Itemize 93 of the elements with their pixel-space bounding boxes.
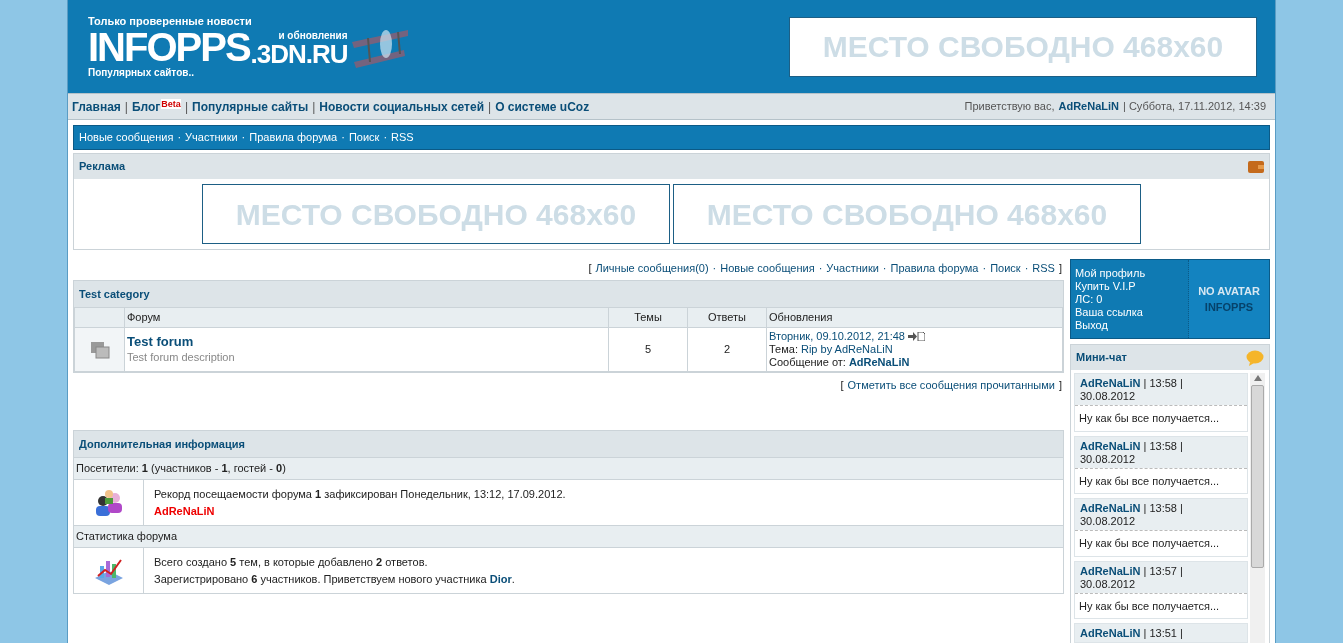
author-label: Сообщение от: [769, 356, 846, 369]
bracket: ] [1058, 260, 1062, 276]
scroll-thumb[interactable] [1251, 385, 1264, 568]
avatar-text: INFOPPS [1204, 300, 1254, 315]
stats-text: Всего создано 5 тем, в которые добавлено 2 ответов. [154, 555, 429, 570]
user-link[interactable]: AdReNaLiN [1058, 98, 1119, 115]
user-link[interactable]: Dior [489, 572, 512, 585]
user-link[interactable]: AdReNaLiN [848, 356, 910, 369]
forum-description: Test forum description [127, 349, 236, 365]
message-date: 30.08.2012 [1080, 577, 1137, 591]
message-time: | 13:58 | [1143, 502, 1183, 515]
message-time: | 13:58 | [1143, 439, 1183, 453]
separator: · [177, 130, 182, 146]
topic-link[interactable]: Rip by AdReNaLiN [800, 343, 893, 356]
category-title: Test category [79, 286, 150, 302]
message-time: | 13:58 | [1143, 377, 1183, 390]
forum-link[interactable]: Участники [826, 259, 879, 277]
stats-text: Зарегистрировано 6 участников. Приветствуем нового участника Dior. [154, 571, 515, 587]
scrollbar[interactable] [1250, 373, 1265, 643]
column-header: Обновления [769, 311, 833, 324]
separator: | [312, 98, 316, 116]
column-header: Ответы [708, 311, 746, 324]
greeting-text: Приветствую вас, [964, 99, 1055, 115]
nav-link[interactable]: Популярные сайты [192, 98, 309, 115]
forum-menu-link[interactable]: Правила форума [249, 129, 338, 146]
avatar-text: NO AVATAR [1198, 283, 1260, 299]
column-header: Темы [634, 311, 662, 324]
bracket: ] [1058, 377, 1062, 393]
user-link[interactable]: AdReNaLiN [1080, 502, 1141, 515]
separator: · [1024, 260, 1029, 276]
profile-link[interactable]: ЛС: 0 [1075, 292, 1184, 306]
separator: · [818, 260, 823, 276]
logo-domain: .3DN.RU [250, 41, 348, 66]
stats-title: Статистика форума [76, 529, 178, 545]
forum-link[interactable]: Поиск [990, 259, 1021, 277]
speech-bubble-icon [1246, 349, 1264, 366]
user-link[interactable]: AdReNaLiN [154, 502, 566, 519]
message-time: | 13:51 | [1143, 627, 1183, 640]
separator: · [383, 130, 388, 146]
nav-link[interactable]: Новости социальных сетей [319, 98, 484, 115]
profile-link[interactable]: Ваша ссылка [1075, 305, 1184, 319]
user-link[interactable]: AdReNaLiN [1080, 439, 1141, 453]
forum-link[interactable]: Личные сообщения(0) [595, 259, 709, 277]
topic-label: Тема: [769, 343, 798, 356]
section-title: Дополнительная информация [79, 436, 245, 452]
message-date: 30.08.2012 [1080, 390, 1137, 403]
separator: · [882, 260, 887, 276]
separator: · [241, 130, 246, 146]
logo-tagline: Популярных сайтов.. [88, 65, 195, 79]
profile-link[interactable]: Мой профиль [1075, 266, 1184, 280]
separator: · [712, 260, 717, 276]
go-to-post-icon[interactable] [907, 332, 925, 341]
forum-link[interactable]: RSS [1032, 259, 1055, 277]
profile-link[interactable]: Выход [1075, 318, 1184, 332]
separator: | [488, 98, 492, 116]
column-header: Форум [127, 311, 161, 324]
visitors-text: Посетители: 1 (участников - 1, гостей - 0) [76, 461, 286, 477]
separator: | [124, 98, 128, 116]
minichat-title: Мини-чат [1076, 350, 1127, 366]
logo-tagline: и обновления [278, 29, 348, 42]
topics-count: 5 [644, 343, 652, 356]
forum-link[interactable]: Test forum [127, 333, 608, 349]
bracket: [ [840, 377, 844, 393]
forum-menu-link[interactable]: Новые сообщения [79, 129, 174, 146]
profile-link[interactable]: Купить V.I.P [1075, 279, 1184, 293]
user-link[interactable]: AdReNaLiN [1080, 564, 1141, 578]
forum-link[interactable]: Правила форума [890, 259, 979, 277]
date-link[interactable]: Вторник, 09.10.2012, 21:48 [769, 330, 905, 343]
wallet-icon [1248, 159, 1264, 174]
nav-link[interactable]: Главная [72, 98, 121, 115]
mark-read-link[interactable]: Отметить все сообщения прочитанными [847, 376, 1055, 394]
separator: · [982, 260, 987, 276]
forum-menu-link[interactable]: Участники [185, 129, 238, 146]
forum-link[interactable]: Новые сообщения [720, 259, 815, 277]
user-link[interactable]: AdReNaLiN [1080, 377, 1141, 390]
section-title: Реклама [79, 159, 126, 175]
message-time: | 13:57 | [1143, 564, 1183, 578]
separator: · [341, 130, 345, 146]
logo-tagline: Только проверенные новости [88, 14, 253, 28]
forum-folder-icon [89, 340, 110, 359]
date-text: | Суббота, 17.11.2012, 14:39 [1123, 99, 1266, 115]
nav-link[interactable]: О системе uCoz [495, 98, 590, 115]
logo-wordmark: INFOPPS [88, 27, 250, 66]
forum-menu-link[interactable]: RSS [391, 129, 414, 146]
message-date: 30.08.2012 [1080, 452, 1137, 466]
bracket: [ [588, 260, 592, 276]
forum-menu-link[interactable]: Поиск [348, 129, 380, 146]
replies-count: 2 [723, 343, 731, 356]
message-date: 30.08.2012 [1080, 515, 1137, 528]
record-text: Рекорд посещаемости форума 1 зафиксирован Понедельник, 13:12, 17.09.2012. [154, 487, 566, 502]
separator: | [184, 98, 188, 116]
user-link[interactable]: AdReNaLiN [1080, 627, 1141, 640]
scroll-up-icon[interactable] [1253, 375, 1262, 381]
